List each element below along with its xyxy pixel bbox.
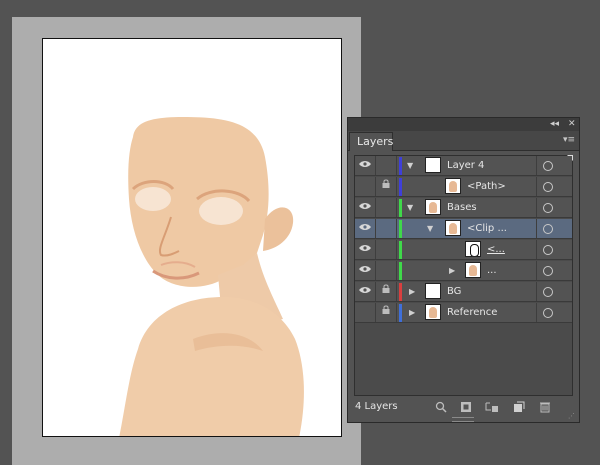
collapse-panel-icon[interactable]: ◂◂	[550, 118, 559, 131]
triangle-down-icon[interactable]: ▼	[407, 198, 413, 217]
create-sublayer-icon[interactable]	[485, 401, 499, 415]
target-circle-icon[interactable]	[543, 224, 553, 234]
ear-shape	[263, 207, 294, 251]
layer-color-bar	[399, 220, 402, 238]
divider	[536, 240, 537, 259]
divider	[536, 219, 537, 238]
eye-icon[interactable]	[355, 198, 376, 217]
lock-toggle[interactable]	[376, 219, 397, 238]
left-eye	[135, 187, 171, 211]
make-clipping-mask-icon[interactable]	[459, 401, 473, 415]
lock-icon[interactable]	[376, 303, 397, 322]
layer-count: 4 Layers	[355, 401, 398, 412]
triangle-down-icon[interactable]: ▼	[407, 156, 413, 175]
layer-row-bases[interactable]: ▼ Bases	[355, 198, 572, 218]
panel-titlebar[interactable]: ◂◂ ✕	[348, 118, 579, 131]
layer-row-subgroup[interactable]: ▶ ...	[355, 261, 572, 281]
lock-toggle[interactable]	[376, 156, 397, 175]
artboard[interactable]	[42, 38, 342, 437]
lock-icon[interactable]	[376, 177, 397, 196]
layer-label[interactable]: ...	[487, 261, 497, 280]
divider	[536, 198, 537, 217]
eye-icon[interactable]	[355, 156, 376, 175]
layer-color-bar	[399, 262, 402, 280]
eye-icon[interactable]	[355, 282, 376, 301]
close-panel-icon[interactable]: ✕	[568, 118, 576, 131]
eye-icon[interactable]	[355, 240, 376, 259]
panel-tab-row: Layers ▾≡	[348, 131, 579, 151]
layer-label[interactable]: Reference	[447, 303, 497, 322]
panel-resize-handle[interactable]	[452, 417, 474, 422]
layer-color-bar	[399, 241, 402, 259]
divider	[536, 282, 537, 301]
lock-toggle[interactable]	[376, 198, 397, 217]
layer-row-clip-group[interactable]: ▼ <Clip ...	[355, 219, 572, 239]
triangle-right-icon[interactable]: ▶	[409, 282, 415, 301]
divider	[536, 156, 537, 175]
layer-label[interactable]: Bases	[447, 198, 477, 217]
target-circle-icon[interactable]	[543, 266, 553, 276]
target-circle-icon[interactable]	[543, 161, 553, 171]
new-layer-icon[interactable]	[512, 401, 526, 415]
layer-row-layer4[interactable]: ▼ Layer 4	[355, 156, 572, 176]
layer-color-bar	[399, 283, 402, 301]
locate-object-icon[interactable]	[434, 401, 448, 415]
layer-row-reference[interactable]: ▶ Reference	[355, 303, 572, 323]
eye-toggle-empty[interactable]	[355, 303, 376, 322]
right-eye	[199, 197, 243, 225]
layer-thumbnail	[425, 283, 441, 299]
shoulder-shape	[119, 297, 304, 436]
layer-row-clipping-path[interactable]: <...	[355, 240, 572, 260]
eye-toggle-empty[interactable]	[355, 177, 376, 196]
layer-color-bar	[399, 304, 402, 322]
layer-label[interactable]: BG	[447, 282, 461, 301]
lock-icon[interactable]	[376, 282, 397, 301]
layers-panel: ◂◂ ✕ Layers ▾≡ ▼ Layer 4 <Path> ▼ Bases …	[347, 117, 580, 423]
layers-list[interactable]: ▼ Layer 4 <Path> ▼ Bases ▼ <Clip ... <..…	[354, 155, 573, 396]
target-circle-icon[interactable]	[543, 287, 553, 297]
target-circle-icon[interactable]	[543, 308, 553, 318]
layer-thumbnail	[465, 241, 481, 257]
eye-icon[interactable]	[355, 261, 376, 280]
eye-icon[interactable]	[355, 219, 376, 238]
layer-thumbnail	[465, 262, 481, 278]
layer-color-bar	[399, 178, 402, 196]
triangle-right-icon[interactable]: ▶	[449, 261, 455, 280]
panel-menu-icon[interactable]: ▾≡	[561, 134, 575, 146]
layer-color-bar	[399, 157, 402, 175]
layer-label[interactable]: <...	[487, 240, 505, 259]
target-circle-icon[interactable]	[543, 203, 553, 213]
layer-row-path[interactable]: <Path>	[355, 177, 572, 197]
character-illustration	[119, 117, 304, 436]
target-circle-icon[interactable]	[543, 245, 553, 255]
layer-thumbnail	[445, 220, 461, 236]
layer-thumbnail	[425, 199, 441, 215]
layer-label[interactable]: <Path>	[467, 177, 506, 196]
triangle-down-icon[interactable]: ▼	[427, 219, 433, 238]
divider	[536, 261, 537, 280]
lock-toggle[interactable]	[376, 240, 397, 259]
layer-thumbnail	[425, 157, 441, 173]
divider	[536, 177, 537, 196]
layer-row-bg[interactable]: ▶ BG	[355, 282, 572, 302]
layer-thumbnail	[425, 304, 441, 320]
panel-footer: 4 Layers ⋰	[348, 397, 579, 422]
layer-label[interactable]: Layer 4	[447, 156, 484, 175]
layer-color-bar	[399, 199, 402, 217]
resize-grip-icon[interactable]: ⋰	[568, 412, 576, 420]
layer-thumbnail	[445, 178, 461, 194]
target-circle-icon[interactable]	[543, 182, 553, 192]
tab-layers[interactable]: Layers	[349, 132, 393, 151]
triangle-right-icon[interactable]: ▶	[409, 303, 415, 322]
lock-toggle[interactable]	[376, 261, 397, 280]
divider	[536, 303, 537, 322]
layer-label[interactable]: <Clip ...	[467, 219, 507, 238]
delete-icon[interactable]	[538, 401, 552, 415]
